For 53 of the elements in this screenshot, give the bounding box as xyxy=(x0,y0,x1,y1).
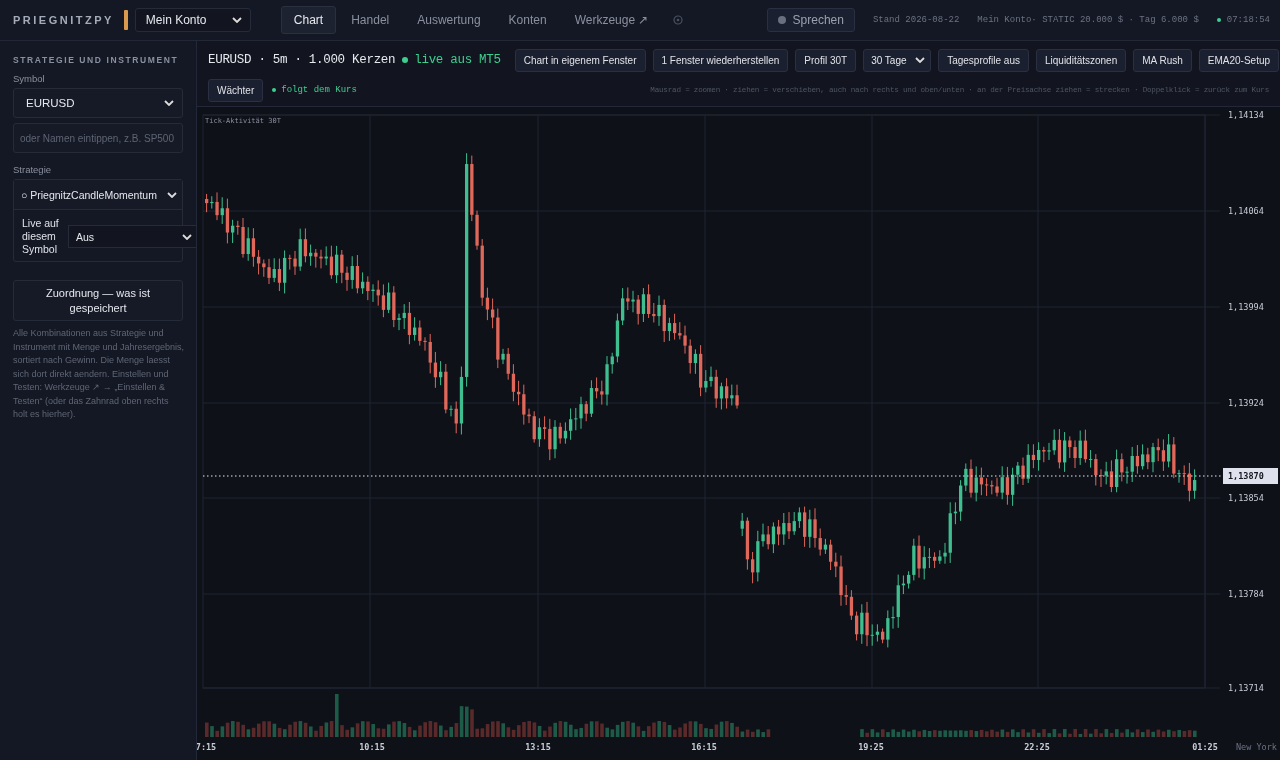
watcher-button[interactable]: Wächter xyxy=(208,78,264,102)
field-label: Live auf diesem Symbol xyxy=(22,217,60,257)
status-dot-icon xyxy=(1216,18,1221,22)
toolbar-button[interactable]: Chart in eigenem Fenster xyxy=(514,48,646,72)
time-axis-label: 19:25 xyxy=(858,742,884,752)
toolbar-button[interactable]: Profil 30T xyxy=(795,48,857,72)
toolbar-button[interactable]: 1 Fenster wiederherstellen xyxy=(652,48,789,72)
live-select[interactable]: Aus xyxy=(68,225,196,249)
gear-icon[interactable] xyxy=(673,15,684,25)
status-date: Stand 2026-08-22 xyxy=(872,15,960,25)
time-axis-label: 01:25 xyxy=(1192,742,1218,752)
symbol-search-field[interactable]: oder Namen eintippen, z.B. SP500 xyxy=(13,123,183,153)
account-select[interactable]: Mein Konto xyxy=(134,8,251,32)
live-status: live aus MT5 xyxy=(414,53,501,67)
symbol-select[interactable]: EURUSD xyxy=(13,88,183,118)
nav-tab[interactable]: Werkzeuge ↗ xyxy=(561,6,662,34)
mapping-button[interactable]: Zuordnung — was ist gespeichert xyxy=(13,280,183,322)
help-text: Alle Kombinationen aus Strategie und Instrument mit Menge und Jahresergebnis, sortiert nach Gewinn. Die Menge laesst sich dort direkt aendern. Einstellen und Testen: Werkzeuge ↗ → „Einstellen & Testen“ (oder das Zahnrad oben rechts holt es hierher). xyxy=(13,327,185,422)
nav-tab[interactable]: Auswertung xyxy=(404,6,494,34)
clock-time: 07:18:54 xyxy=(1226,15,1270,25)
price-axis-label: 1,14134 xyxy=(1228,110,1264,120)
price-axis-label: 1,13854 xyxy=(1228,493,1264,503)
time-axis-label: 16:15 xyxy=(691,742,717,752)
nav-tab[interactable]: Handel xyxy=(338,6,403,34)
field-label: Strategie xyxy=(13,164,53,175)
price-axis-label: 1,13924 xyxy=(1228,398,1264,408)
account-status: Mein Konto· STATIC 20.000 $ · Tag 6.000 $ xyxy=(977,15,1199,25)
time-axis-label: 10:15 xyxy=(359,742,385,752)
toolbar-button[interactable]: EMA20-Setup xyxy=(1198,48,1280,72)
timezone-label: New York xyxy=(1236,742,1277,752)
price-axis-label: 1,14064 xyxy=(1228,206,1264,216)
current-price-label: 1,13870 xyxy=(1223,468,1278,484)
speak-button[interactable]: Sprechen xyxy=(766,8,855,32)
strategy-select[interactable]: ○ PriegnitzCandleMomentum xyxy=(14,180,182,210)
toolbar-button[interactable]: Tagesprofile aus xyxy=(938,48,1029,72)
section-heading: STRATEGIE UND INSTRUMENT xyxy=(13,55,180,65)
nav-tab[interactable]: Konten xyxy=(495,6,560,34)
follow-status: folgt dem Kurs xyxy=(281,85,357,95)
live-dot-icon xyxy=(402,57,409,63)
toolbar-button[interactable]: MA Rush xyxy=(1133,48,1192,72)
follow-dot-icon xyxy=(272,88,277,92)
brand-logo: PRIEGNITZPY xyxy=(13,14,114,26)
nav-tab[interactable]: Chart xyxy=(280,6,337,34)
price-axis-label: 1,13994 xyxy=(1228,302,1264,312)
time-axis-label: 13:15 xyxy=(525,742,551,752)
days-select[interactable]: 30 Tage xyxy=(863,48,932,72)
toolbar-button[interactable]: Liquiditätszonen xyxy=(1035,48,1127,72)
time-axis-label: 22:25 xyxy=(1024,742,1050,752)
field-label: Symbol xyxy=(13,73,46,84)
price-axis-label: 1,13784 xyxy=(1228,589,1264,599)
time-axis-label: 7:15 xyxy=(197,742,217,752)
chart-title: EURUSD · 5m · 1.000 Kerzen xyxy=(208,53,396,67)
price-axis-label: 1,13714 xyxy=(1228,683,1264,693)
